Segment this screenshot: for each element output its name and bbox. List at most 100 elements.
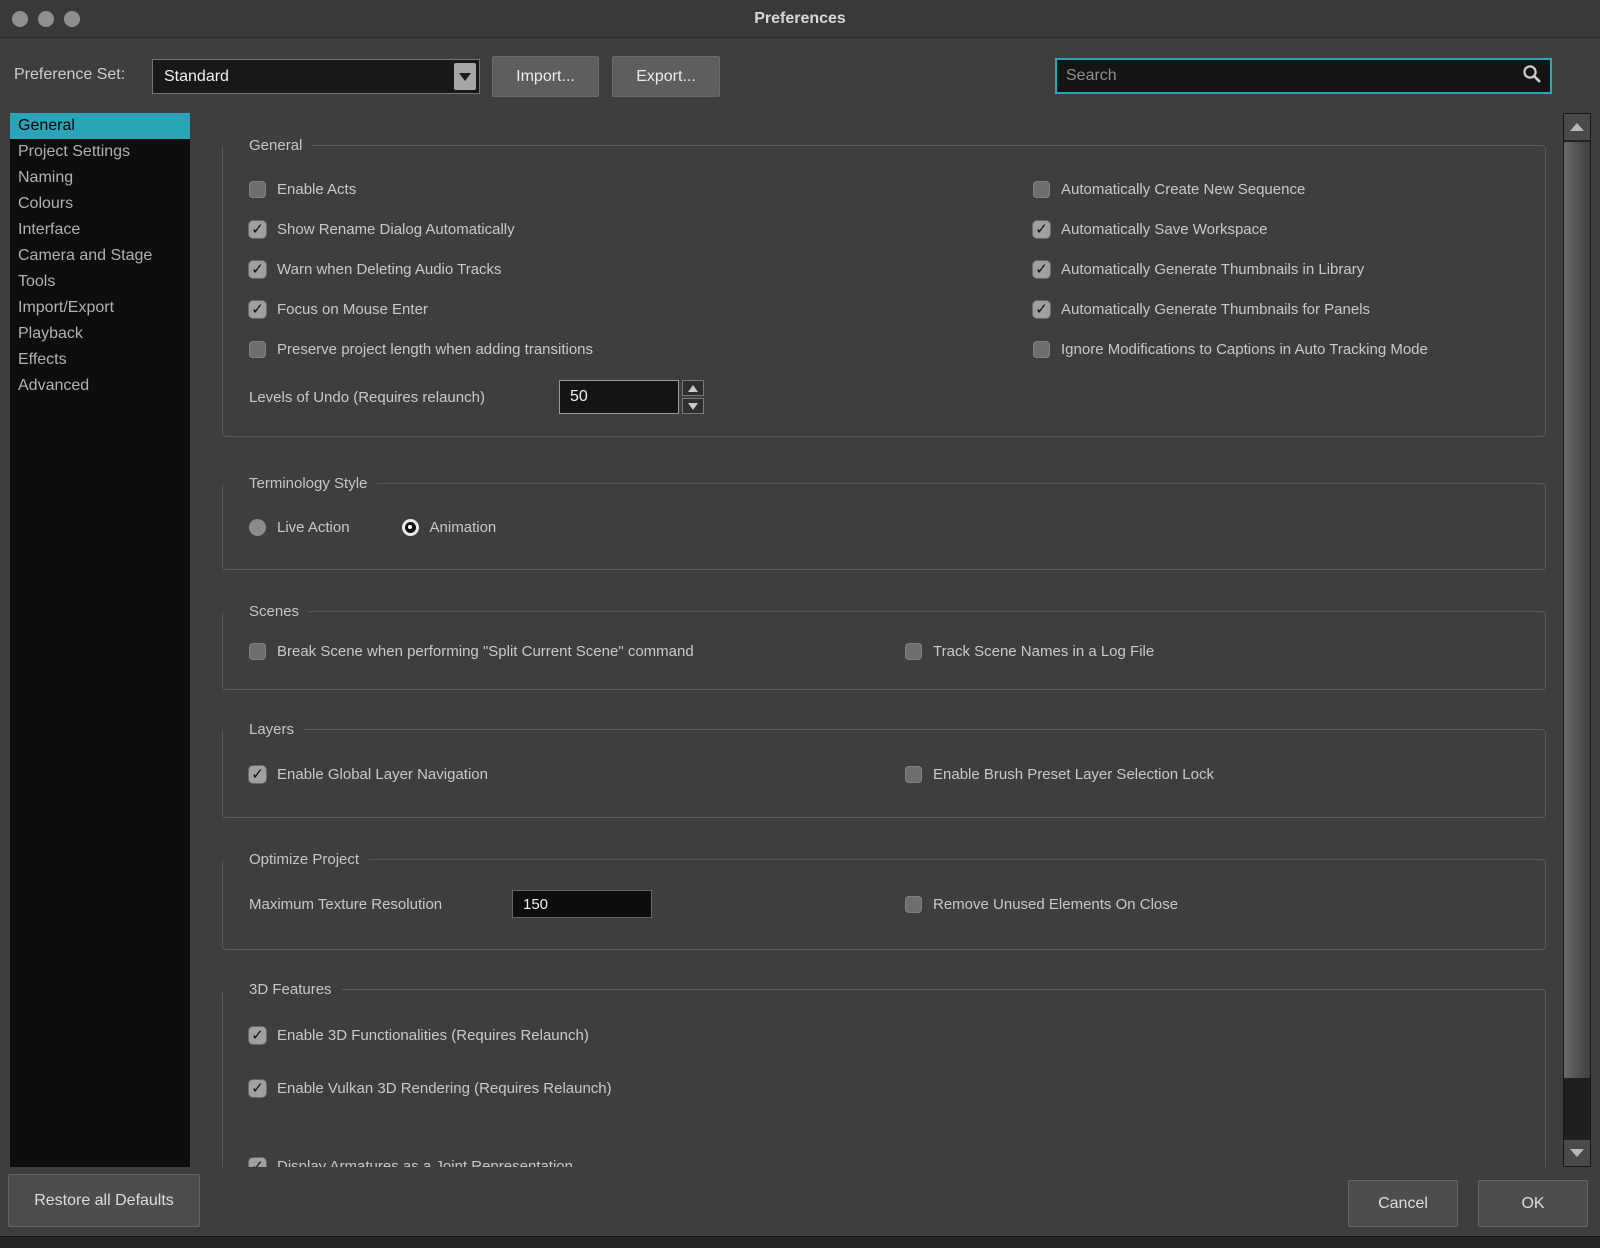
radio-icon[interactable] — [249, 519, 266, 536]
titlebar: Preferences — [0, 0, 1600, 38]
preference-set-value: Standard — [153, 68, 454, 86]
checkbox-preserve-project-length[interactable]: Preserve project length when adding tran… — [249, 341, 593, 358]
radio-animation[interactable]: Animation — [402, 519, 497, 536]
sidebar-item-naming[interactable]: Naming — [10, 165, 190, 191]
radio-live-action[interactable]: Live Action — [249, 519, 350, 536]
checkbox-display-armatures-joint[interactable]: Display Armatures as a Joint Representat… — [249, 1158, 573, 1168]
checkbox-label: Enable 3D Functionalities (Requires Rela… — [277, 1027, 589, 1044]
checkbox-break-scene[interactable]: Break Scene when performing "Split Curre… — [249, 643, 694, 660]
group-scenes: Scenes Break Scene when performing "Spli… — [222, 611, 1546, 690]
checkbox-icon[interactable] — [249, 1080, 266, 1097]
checkbox-enable-3d-functionalities[interactable]: Enable 3D Functionalities (Requires Rela… — [249, 1027, 589, 1044]
max-texture-resolution-input[interactable] — [512, 890, 652, 918]
radio-icon[interactable] — [402, 519, 419, 536]
checkbox-label: Automatically Save Workspace — [1061, 221, 1267, 238]
export-button[interactable]: Export... — [612, 56, 720, 97]
group-title-terminology: Terminology Style — [223, 473, 377, 495]
checkbox-icon[interactable] — [249, 766, 266, 783]
checkbox-icon[interactable] — [249, 181, 266, 198]
checkbox-label: Automatically Create New Sequence — [1061, 181, 1305, 198]
window-title: Preferences — [0, 0, 1600, 38]
vertical-scrollbar[interactable] — [1563, 113, 1591, 1167]
radio-label: Live Action — [277, 519, 350, 536]
sidebar-item-colours[interactable]: Colours — [10, 191, 190, 217]
sidebar-item-advanced[interactable]: Advanced — [10, 373, 190, 399]
search-input[interactable] — [1057, 60, 1521, 92]
group-terminology-style: Terminology Style Live Action Animation — [222, 483, 1546, 570]
dropdown-arrow-button[interactable] — [454, 63, 476, 90]
checkbox-focus-mouse-enter[interactable]: Focus on Mouse Enter — [249, 301, 428, 318]
checkbox-icon[interactable] — [905, 766, 922, 783]
ok-button[interactable]: OK — [1478, 1180, 1588, 1227]
sidebar-item-effects[interactable]: Effects — [10, 347, 190, 373]
sidebar-item-project-settings[interactable]: Project Settings — [10, 139, 190, 165]
checkbox-label: Automatically Generate Thumbnails for Pa… — [1061, 301, 1370, 318]
import-button[interactable]: Import... — [492, 56, 599, 97]
checkbox-icon[interactable] — [1033, 221, 1050, 238]
checkbox-icon[interactable] — [1033, 301, 1050, 318]
checkbox-label: Show Rename Dialog Automatically — [277, 221, 515, 238]
checkbox-icon[interactable] — [249, 1027, 266, 1044]
triangle-down-icon — [688, 403, 698, 410]
preference-set-label: Preference Set: — [14, 66, 125, 84]
checkbox-icon[interactable] — [249, 261, 266, 278]
checkbox-icon[interactable] — [905, 896, 922, 913]
checkbox-auto-save-workspace[interactable]: Automatically Save Workspace — [1033, 216, 1267, 242]
sidebar-item-camera-and-stage[interactable]: Camera and Stage — [10, 243, 190, 269]
sidebar-item-tools[interactable]: Tools — [10, 269, 190, 295]
cancel-button[interactable]: Cancel — [1348, 1180, 1458, 1227]
group-title-general: General — [223, 135, 312, 157]
group-title-layers: Layers — [223, 719, 304, 741]
checkbox-label: Remove Unused Elements On Close — [933, 896, 1178, 913]
sidebar-item-general[interactable]: General — [10, 113, 190, 139]
checkbox-label: Automatically Generate Thumbnails in Lib… — [1061, 261, 1364, 278]
spin-down-button[interactable] — [682, 398, 704, 414]
checkbox-icon[interactable] — [1033, 261, 1050, 278]
radio-label: Animation — [430, 519, 497, 536]
preference-set-dropdown[interactable]: Standard — [152, 59, 480, 94]
group-layers: Layers Enable Global Layer Navigation En… — [222, 729, 1546, 818]
checkbox-remove-unused-elements[interactable]: Remove Unused Elements On Close — [905, 889, 1178, 919]
checkbox-label: Enable Global Layer Navigation — [277, 766, 488, 783]
scroll-down-button[interactable] — [1564, 1139, 1590, 1166]
checkbox-icon[interactable] — [249, 341, 266, 358]
checkbox-icon[interactable] — [905, 643, 922, 660]
levels-of-undo-spinner — [682, 380, 704, 414]
checkbox-label: Preserve project length when adding tran… — [277, 341, 593, 358]
sidebar-item-interface[interactable]: Interface — [10, 217, 190, 243]
max-texture-resolution-label: Maximum Texture Resolution — [249, 896, 512, 913]
checkbox-track-scene-names[interactable]: Track Scene Names in a Log File — [905, 638, 1154, 664]
checkbox-warn-deleting-audio[interactable]: Warn when Deleting Audio Tracks — [249, 261, 502, 278]
search-icon — [1521, 63, 1542, 89]
checkbox-global-layer-navigation[interactable]: Enable Global Layer Navigation — [249, 766, 488, 783]
checkbox-auto-create-new-sequence[interactable]: Automatically Create New Sequence — [1033, 176, 1305, 202]
triangle-up-icon — [688, 385, 698, 392]
sidebar-item-import-export[interactable]: Import/Export — [10, 295, 190, 321]
checkbox-icon[interactable] — [1033, 181, 1050, 198]
search-box[interactable] — [1055, 58, 1552, 94]
spin-up-button[interactable] — [682, 380, 704, 396]
checkbox-icon[interactable] — [1033, 341, 1050, 358]
levels-of-undo-input[interactable] — [559, 380, 679, 414]
checkbox-brush-preset-lock[interactable]: Enable Brush Preset Layer Selection Lock — [905, 761, 1214, 787]
checkbox-auto-thumbnails-panels[interactable]: Automatically Generate Thumbnails for Pa… — [1033, 296, 1370, 322]
checkbox-ignore-caption-modifications[interactable]: Ignore Modifications to Captions in Auto… — [1033, 336, 1428, 362]
checkbox-icon[interactable] — [249, 221, 266, 238]
group-title-optimize: Optimize Project — [223, 849, 369, 871]
checkbox-enable-acts[interactable]: Enable Acts — [249, 181, 356, 198]
checkbox-icon[interactable] — [249, 643, 266, 660]
scroll-up-button[interactable] — [1564, 114, 1590, 141]
scrollbar-thumb[interactable] — [1564, 142, 1590, 1078]
checkbox-enable-vulkan-rendering[interactable]: Enable Vulkan 3D Rendering (Requires Rel… — [249, 1080, 612, 1097]
checkbox-auto-thumbnails-library[interactable]: Automatically Generate Thumbnails in Lib… — [1033, 256, 1364, 282]
restore-all-defaults-button[interactable]: Restore all Defaults — [8, 1174, 200, 1227]
sidebar-item-playback[interactable]: Playback — [10, 321, 190, 347]
checkbox-icon[interactable] — [249, 1158, 266, 1168]
checkbox-label: Track Scene Names in a Log File — [933, 643, 1154, 660]
checkbox-icon[interactable] — [249, 301, 266, 318]
triangle-up-icon — [1570, 123, 1584, 131]
chevron-down-icon — [459, 73, 471, 81]
checkbox-show-rename-dialog[interactable]: Show Rename Dialog Automatically — [249, 221, 515, 238]
group-general: General Enable Acts Automatically Create… — [222, 145, 1546, 437]
group-title-scenes: Scenes — [223, 601, 309, 623]
